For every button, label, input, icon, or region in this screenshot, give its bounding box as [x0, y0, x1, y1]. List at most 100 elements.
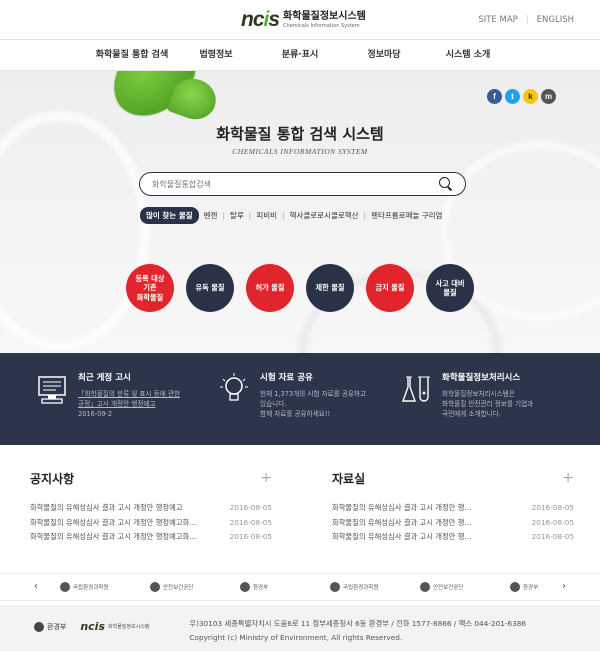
list-item-date: 2016-08-05 [531, 503, 574, 512]
category-restricted-button[interactable]: 제한 물질 [306, 264, 354, 312]
lightbulb-icon [220, 373, 248, 401]
keyword-link[interactable]: 탈루 [230, 210, 244, 221]
keyword-link[interactable]: 벤젠 [204, 210, 218, 221]
footer: 환경부 ncis 화학물질정보시스템 우)30103 세종특별자치시 도움6로 1… [0, 604, 600, 651]
notice-more-button[interactable]: + [260, 470, 272, 487]
boards: 공지사항 + 화학물질의 유해성심사 결과 고시 개정안 행정예고 2016-08-… [0, 470, 600, 545]
chevron-left-icon[interactable]: ‹ [34, 581, 38, 592]
archive-title: 자료실 [332, 472, 366, 486]
info-title: 시험 자료 공유 [260, 373, 313, 383]
partner-logo[interactable]: 안전보건공단 [420, 581, 492, 592]
partner-logo[interactable]: 환경부 [510, 581, 582, 592]
archive-board: 자료실 + 화학물질의 유해성심사 결과 고시 개정안 행… 2016-08-05 … [332, 470, 574, 545]
site-logo[interactable]: ncis 화학물질정보시스템 Chemicals Information Sys… [241, 8, 366, 32]
list-item-text: 화학물질의 유해성심사 결과 고시 개정안 행… [332, 517, 472, 527]
hero-section: f t k m 화학물질 통합 검색 시스템 CHEMICALS INFORMA… [0, 71, 600, 353]
info-text: 국민에게 소개합니다. [442, 410, 501, 419]
list-item[interactable]: 화학물질의 유해성심사 결과 고시 개정안 행정예고화… 2016-08-05 [30, 530, 272, 545]
chevron-right-icon[interactable]: › [562, 581, 566, 592]
utility-links: SITE MAP | ENGLISH [478, 15, 574, 25]
popular-keywords: 많이 찾는 물질 벤젠 | 탈루 | 피비비 | 헥사클로로시클로핵산 | 펜타프롬로페… [140, 207, 442, 224]
footer-copyright: Copyright (c) Ministry of Environment, A… [189, 632, 403, 642]
category-registration-button[interactable]: 등록 대상 기존 화학물질 [126, 264, 174, 312]
hero-subtitle: CHEMICALS INFORMATION SYSTEM [232, 147, 368, 156]
list-item[interactable]: 화학물질의 유해성심사 결과 고시 개정안 행… 2016-08-05 [332, 530, 574, 545]
divider: | [525, 15, 529, 25]
flask-icon [402, 376, 430, 402]
divider: | [282, 211, 285, 220]
partner-emblem-icon [510, 581, 520, 592]
info-text[interactable]: 규정」고시 개정안 행정예고 [78, 399, 180, 409]
info-text: 있습니다. [260, 400, 287, 409]
logo-mark: ncis [241, 8, 280, 31]
popular-label: 많이 찾는 물질 [140, 207, 199, 224]
info-text: 화학물질 안전관리 정보를 기업과 [442, 400, 534, 409]
info-title: 최근 게정 고시 [78, 373, 131, 383]
partner-logo[interactable]: 국립환경과학원 [330, 581, 402, 592]
keyword-link[interactable]: 헥사클로로시클로핵산 [290, 210, 359, 221]
social-share: f t k m [487, 89, 556, 104]
substance-categories: 등록 대상 기존 화학물질 유독 물질 허가 물질 제한 물질 금지 물질 사고… [126, 264, 474, 312]
category-permitted-button[interactable]: 허가 물질 [246, 264, 294, 312]
list-item-date: 2016-08-05 [531, 532, 574, 541]
list-item-text: 화학물질의 유해성심사 결과 고시 개정안 행정예고 [30, 503, 183, 512]
list-item[interactable]: 화학물질의 유해성심사 결과 고시 개정안 행정예고 2016-08-05 [30, 501, 272, 516]
list-item-text: 화학물질의 유해성심사 결과 고시 개정안 행정예고화… [30, 532, 197, 541]
category-toxic-button[interactable]: 유독 물질 [186, 264, 234, 312]
facebook-icon[interactable]: f [487, 89, 502, 104]
info-text: 화학물질정보처리시스템은 [442, 390, 515, 398]
info-text: 현재 1,373개의 시험 자료를 공유하고 [260, 390, 367, 398]
partner-logo[interactable]: 안전보건공단 [150, 581, 222, 592]
kakaostory-icon[interactable]: k [523, 89, 538, 104]
info-item[interactable]: 최근 게정 고시 「화학물질의 분류 및 표시 등에 관한 규정」고시 개정안 … [36, 371, 218, 445]
partner-emblem-icon [150, 581, 160, 592]
category-prohibited-button[interactable]: 금지 물질 [366, 264, 414, 312]
info-text: 함께 자료를 공유하세요!! [260, 410, 331, 419]
info-band: 최근 게정 고시 「화학물질의 분류 및 표시 등에 관한 규정」고시 개정안 … [0, 353, 600, 445]
search-input[interactable] [152, 179, 439, 189]
footer-address: 우)30103 세종특별자치시 도움6로 11 정부세종청사 6동 환경부 / … [189, 618, 527, 628]
logo-korean: 화학물질정보시스템 [283, 10, 366, 22]
divider: | [248, 211, 252, 220]
divider: | [363, 211, 367, 220]
partner-emblem-icon [240, 581, 250, 592]
mail-icon[interactable]: m [541, 89, 556, 104]
english-link[interactable]: ENGLISH [537, 15, 574, 25]
nav-item-search[interactable]: 화학물질 통합 검색 [90, 40, 174, 70]
partner-banner: ‹ 국립환경과학원 안전보건공단 환경부 국립환경과학원 안전보건공단 환경부 … [0, 572, 600, 601]
notice-title: 공지사항 [30, 472, 75, 486]
info-text[interactable]: 「화학물질의 분류 및 표시 등에 관한 [78, 389, 180, 399]
list-item[interactable]: 화학물질의 유해성심사 결과 고시 개정안 행… 2016-08-05 [332, 516, 574, 531]
list-item[interactable]: 화학물질의 유해성심사 결과 고시 개정안 행… 2016-08-05 [332, 501, 574, 516]
list-item-date: 2016-08-05 [531, 517, 574, 527]
list-item-date: 2016-08-05 [229, 503, 272, 512]
search-icon[interactable] [439, 177, 453, 191]
list-item-text: 화학물질의 유해성심사 결과 고시 개정안 행정예고화… [30, 517, 197, 527]
keyword-link[interactable]: 펜타프롬로페놀 구리염 [371, 210, 442, 221]
search-box [139, 172, 466, 196]
nav-item-about[interactable]: 시스템 소개 [426, 40, 510, 70]
partner-logo[interactable]: 환경부 [240, 581, 312, 592]
info-item[interactable]: 시험 자료 공유 현재 1,373개의 시험 자료를 공유하고 있습니다. 함께… [218, 371, 400, 445]
partner-emblem-icon [330, 581, 340, 592]
twitter-icon[interactable]: t [505, 89, 520, 104]
partner-emblem-icon [420, 581, 430, 592]
divider: | [222, 211, 225, 220]
sitemap-link[interactable]: SITE MAP [478, 15, 517, 25]
info-title: 화학물질정보처리시스 [442, 373, 521, 383]
partner-emblem-icon [60, 581, 70, 592]
category-accident-button[interactable]: 사고 대비 물질 [426, 264, 474, 312]
top-header: ncis 화학물질정보시스템 Chemicals Information Sys… [0, 0, 600, 40]
list-item-text: 화학물질의 유해성심사 결과 고시 개정안 행… [332, 503, 472, 512]
nav-item-law[interactable]: 법령정보 [174, 40, 258, 70]
partner-logo[interactable]: 국립환경과학원 [60, 581, 132, 592]
archive-more-button[interactable]: + [562, 470, 574, 487]
nav-item-info[interactable]: 정보마당 [342, 40, 426, 70]
info-item[interactable]: 화학물질정보처리시스 화학물질정보처리시스템은 화학물질 안전관리 정보를 기업… [400, 371, 582, 445]
list-item[interactable]: 화학물질의 유해성심사 결과 고시 개정안 행정예고화… 2016-08-05 [30, 516, 272, 531]
keyword-link[interactable]: 피비비 [256, 210, 277, 221]
footer-ncis-logo: ncis 화학물질정보시스템 [80, 620, 150, 633]
info-date: 2016-09-2 [78, 410, 113, 419]
hero-title: 화학물질 통합 검색 시스템 [216, 125, 384, 143]
nav-item-classification[interactable]: 분류·표시 [258, 40, 342, 70]
